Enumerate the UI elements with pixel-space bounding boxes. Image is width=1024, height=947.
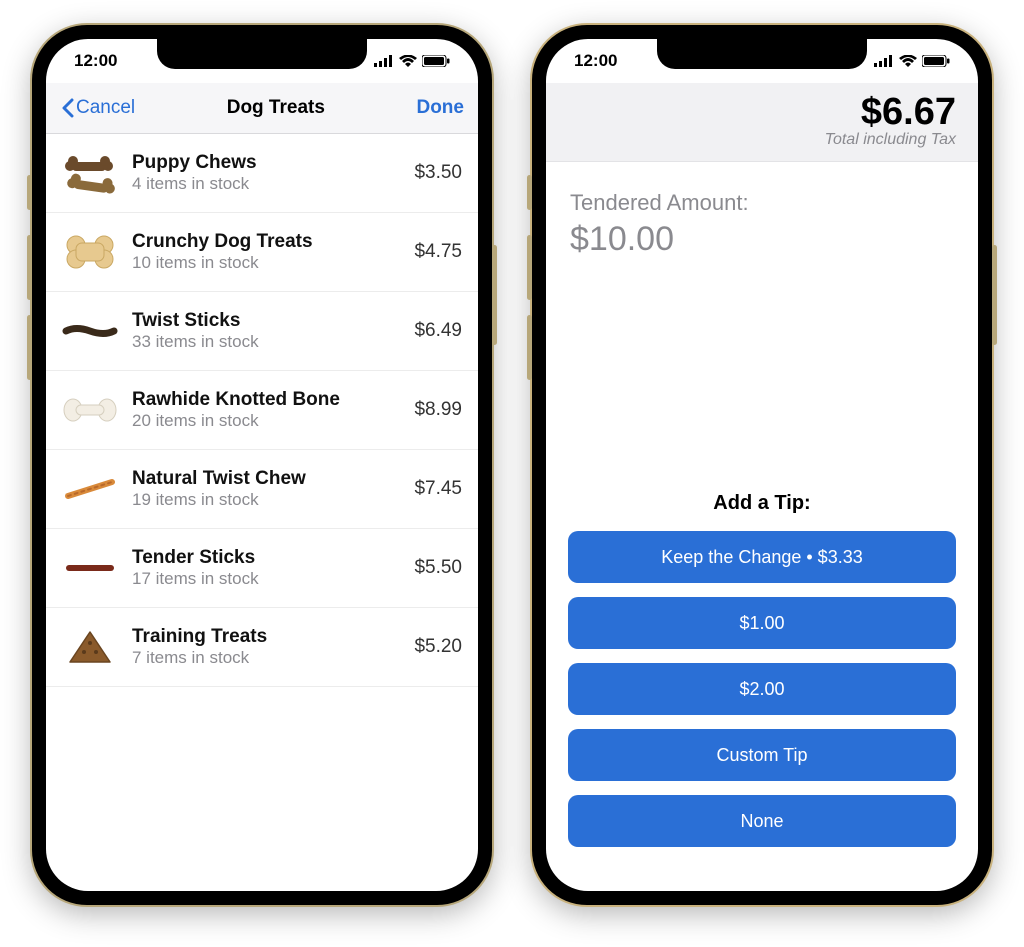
product-row[interactable]: Training Treats7 items in stock $5.20: [46, 608, 478, 687]
product-row[interactable]: Tender Sticks17 items in stock $5.50: [46, 529, 478, 608]
product-stock: 10 items in stock: [132, 253, 400, 273]
cancel-button[interactable]: Cancel: [60, 97, 135, 119]
product-row[interactable]: Twist Sticks33 items in stock $6.49: [46, 292, 478, 371]
product-thumb-red-stick-icon: [62, 543, 118, 593]
product-name: Natural Twist Chew: [132, 468, 400, 490]
product-price: $5.20: [414, 636, 462, 658]
tip-title: Add a Tip:: [568, 492, 956, 515]
product-stock: 20 items in stock: [132, 411, 400, 431]
product-thumb-knot-bone-icon: [62, 385, 118, 435]
tip-section: Add a Tip: Keep the Change • $3.33 $1.00 $…: [546, 492, 978, 861]
product-price: $7.45: [414, 478, 462, 500]
tendered-amount: $10.00: [570, 220, 954, 259]
nav-bar: Cancel Dog Treats Done: [46, 83, 478, 134]
product-thumb-triangle-icon: [62, 622, 118, 672]
tip-button-0[interactable]: Keep the Change • $3.33: [568, 531, 956, 583]
tip-button-3[interactable]: Custom Tip: [568, 729, 956, 781]
product-price: $5.50: [414, 557, 462, 579]
tip-button-4[interactable]: None: [568, 795, 956, 847]
cellular-icon: [374, 55, 394, 67]
status-time: 12:00: [74, 51, 117, 71]
product-list: Puppy Chews4 items in stock $3.50 Crunchy …: [46, 134, 478, 687]
product-name: Crunchy Dog Treats: [132, 231, 400, 253]
cancel-label: Cancel: [76, 97, 135, 119]
product-stock: 19 items in stock: [132, 490, 400, 510]
product-stock: 7 items in stock: [132, 648, 400, 668]
total-amount: $6.67: [568, 93, 956, 131]
notch: [157, 39, 367, 69]
product-name: Rawhide Knotted Bone: [132, 389, 400, 411]
product-row[interactable]: Natural Twist Chew19 items in stock $7.45: [46, 450, 478, 529]
cellular-icon: [874, 55, 894, 67]
done-button[interactable]: Done: [416, 97, 464, 119]
page-title: Dog Treats: [227, 97, 325, 119]
phone-frame-left: 12:00 Cancel Dog Treats Done Puppy Chews…: [32, 25, 492, 905]
status-time: 12:00: [574, 51, 617, 71]
product-stock: 4 items in stock: [132, 174, 400, 194]
product-price: $3.50: [414, 162, 462, 184]
product-name: Tender Sticks: [132, 547, 400, 569]
tendered-label: Tendered Amount:: [570, 190, 954, 216]
product-stock: 17 items in stock: [132, 569, 400, 589]
product-thumb-orange-stick-icon: [62, 464, 118, 514]
chevron-left-icon: [60, 98, 74, 118]
product-name: Puppy Chews: [132, 152, 400, 174]
tip-button-1[interactable]: $1.00: [568, 597, 956, 649]
wifi-icon: [399, 55, 417, 67]
battery-icon: [922, 55, 950, 67]
product-name: Training Treats: [132, 626, 400, 648]
total-sub: Total including Tax: [568, 131, 956, 149]
battery-icon: [422, 55, 450, 67]
total-bar: $6.67 Total including Tax: [546, 83, 978, 162]
product-name: Twist Sticks: [132, 310, 400, 332]
tendered-block: Tendered Amount: $10.00: [546, 162, 978, 259]
tip-button-2[interactable]: $2.00: [568, 663, 956, 715]
wifi-icon: [899, 55, 917, 67]
phone-frame-right: 12:00 $6.67 Total including Tax Tendered…: [532, 25, 992, 905]
product-thumb-biscuit-icon: [62, 227, 118, 277]
notch: [657, 39, 867, 69]
product-thumb-dark-stick-icon: [62, 306, 118, 356]
product-thumb-bone-pile-icon: [62, 148, 118, 198]
product-row[interactable]: Crunchy Dog Treats10 items in stock $4.75: [46, 213, 478, 292]
product-price: $6.49: [414, 320, 462, 342]
product-row[interactable]: Rawhide Knotted Bone20 items in stock $8.…: [46, 371, 478, 450]
product-price: $8.99: [414, 399, 462, 421]
product-price: $4.75: [414, 241, 462, 263]
product-stock: 33 items in stock: [132, 332, 400, 352]
product-row[interactable]: Puppy Chews4 items in stock $3.50: [46, 134, 478, 213]
